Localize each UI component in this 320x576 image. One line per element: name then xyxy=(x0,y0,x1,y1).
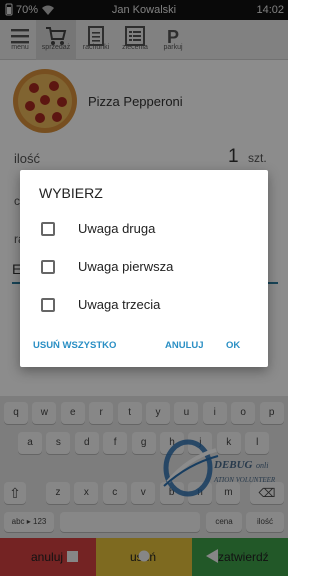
option-uwaga-druga[interactable]: Uwaga druga xyxy=(20,213,268,247)
option-label: Uwaga trzecia xyxy=(78,297,161,312)
option-label: Uwaga pierwsza xyxy=(78,259,174,274)
option-label: Uwaga druga xyxy=(78,221,156,236)
checkbox[interactable] xyxy=(41,260,55,274)
checkbox[interactable] xyxy=(41,298,55,312)
checkbox[interactable] xyxy=(41,222,55,236)
option-uwaga-pierwsza[interactable]: Uwaga pierwsza xyxy=(20,251,268,285)
option-uwaga-trzecia[interactable]: Uwaga trzecia xyxy=(20,289,268,323)
clear-all-button[interactable]: USUŃ WSZYSTKO xyxy=(33,340,116,351)
dialog-ok-button[interactable]: OK xyxy=(226,340,240,351)
dialog-title: WYBIERZ xyxy=(39,185,103,201)
dialog-cancel-button[interactable]: ANULUJ xyxy=(165,340,204,351)
choose-notes-dialog: WYBIERZ Uwaga druga Uwaga pierwsza Uwaga… xyxy=(20,170,268,367)
